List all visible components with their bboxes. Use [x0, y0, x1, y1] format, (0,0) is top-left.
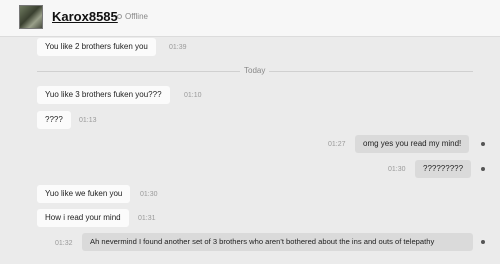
- message-text: You like 2 brothers fuken you: [45, 42, 148, 51]
- message-timestamp: 01:32: [55, 240, 73, 247]
- message-bubble-outgoing: omg yes you read my mind!: [355, 135, 470, 153]
- message-status-icon: [481, 240, 485, 244]
- chat-header: Karox8585 Offline: [0, 0, 500, 37]
- message-text: omg yes you read my mind!: [363, 139, 462, 148]
- message-timestamp: 01:10: [184, 92, 202, 99]
- avatar[interactable]: [19, 5, 43, 29]
- message-bubble-outgoing: Ah nevermind I found another set of 3 br…: [82, 233, 473, 251]
- message-timestamp: 01:27: [328, 141, 346, 148]
- message-text: How i read your mind: [45, 213, 121, 222]
- message-text: Yuo like we fuken you: [45, 189, 123, 198]
- message-text: Yuo like 3 brothers fuken you???: [45, 90, 162, 99]
- message-status-icon: [481, 167, 485, 171]
- message-timestamp: 01:13: [79, 117, 97, 124]
- message-status-icon: [481, 142, 485, 146]
- message-bubble-incoming: Yuo like we fuken you: [37, 185, 131, 203]
- date-divider-label: Today: [240, 66, 270, 75]
- message-timestamp: 01:31: [138, 215, 156, 222]
- message-timestamp: 01:30: [388, 166, 406, 173]
- message-bubble-incoming: You like 2 brothers fuken you: [37, 38, 156, 56]
- message-bubble-outgoing: ?????????: [415, 160, 472, 178]
- message-text: ?????????: [423, 164, 464, 173]
- message-bubble-incoming: ????: [37, 111, 71, 129]
- message-timestamp: 01:30: [140, 191, 158, 198]
- offline-status-icon: [117, 14, 122, 19]
- status-text: Offline: [125, 12, 148, 21]
- message-timestamp: 01:39: [169, 44, 187, 51]
- message-bubble-incoming: How i read your mind: [37, 209, 129, 227]
- message-text: ????: [45, 115, 63, 124]
- status-indicator: Offline: [117, 12, 148, 21]
- message-text: Ah nevermind I found another set of 3 br…: [90, 237, 435, 246]
- message-bubble-incoming: Yuo like 3 brothers fuken you???: [37, 86, 170, 104]
- contact-name[interactable]: Karox8585: [52, 9, 118, 24]
